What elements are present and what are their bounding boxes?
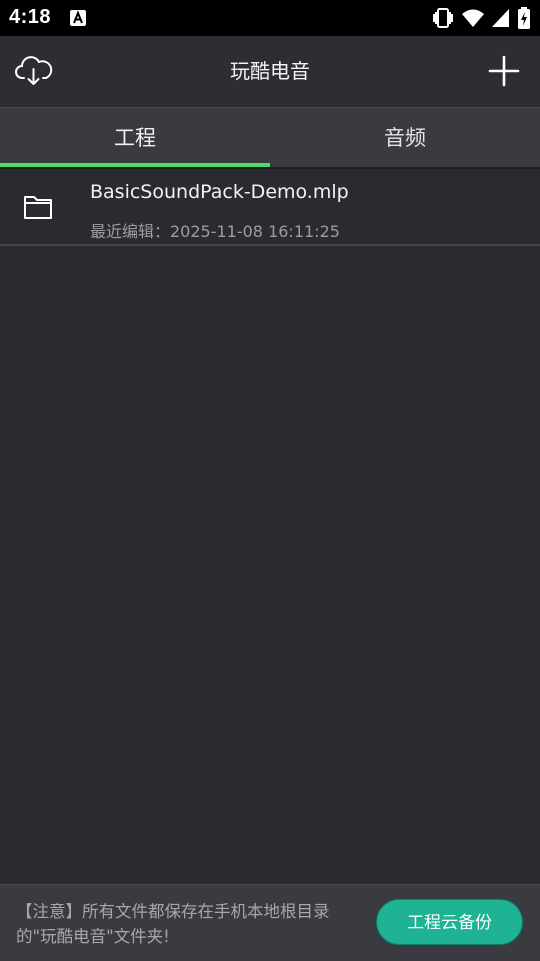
status-bar: 4:18 [0,0,540,36]
app-title: 玩酷电音 [230,59,310,83]
status-icons [431,6,531,30]
notification-a-icon [70,10,86,26]
battery-charging-icon [518,7,530,29]
folder-icon [24,196,52,219]
project-list: BasicSoundPack-Demo.mlp 最近编辑：2025-11-08 … [0,169,540,246]
tab-audio[interactable]: 音频 [270,108,540,169]
tab-bar: 工程 音频 [0,107,540,169]
cellular-signal-icon [492,9,509,27]
tab-projects[interactable]: 工程 [0,108,270,169]
project-last-edited: 最近编辑：2025-11-08 16:11:25 [90,222,340,241]
app-bar: 玩酷电音 [0,36,540,106]
wifi-icon [462,9,484,27]
vibrate-icon [433,8,453,28]
footer-bar: 【注意】所有文件都保存在手机本地根目录的"玩酷电音"文件夹! 工程云备份 [0,884,540,961]
status-time: 4:18 [9,6,52,28]
add-icon[interactable] [486,53,522,89]
project-name: BasicSoundPack-Demo.mlp [90,181,349,203]
cloud-backup-button[interactable]: 工程云备份 [376,899,523,945]
list-item[interactable]: BasicSoundPack-Demo.mlp 最近编辑：2025-11-08 … [0,169,540,246]
storage-notice: 【注意】所有文件都保存在手机本地根目录的"玩酷电音"文件夹! [16,902,330,946]
